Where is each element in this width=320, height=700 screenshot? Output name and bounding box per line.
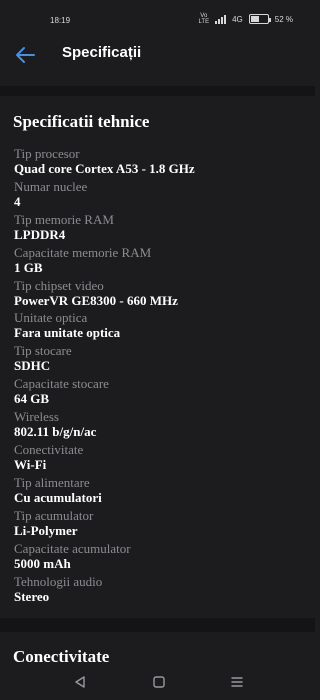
volte-bottom: LTE — [198, 19, 210, 25]
system-nav-bar — [0, 666, 315, 700]
spec-value: SDHC — [14, 358, 51, 374]
spec-value: LPDDR4 — [14, 226, 66, 242]
spec-label: Unitate optica — [14, 310, 88, 326]
spec-value: 1 GB — [14, 259, 43, 275]
screen: 18:19 Vo LTE 4G 52 % Specificații Specif… — [0, 0, 315, 700]
spec-item-processor: Tip procesor Quad core Cortex A53 - 1.8 … — [14, 146, 304, 179]
spec-list: Tip procesor Quad core Cortex A53 - 1.8 … — [14, 146, 304, 606]
spec-value: Quad core Cortex A53 - 1.8 GHz — [14, 161, 195, 176]
spec-value: Li-Polymer — [14, 522, 78, 538]
spec-item-battery-type: Tip acumulator Li-Polymer — [14, 508, 304, 541]
section-title: Specificatii tehnice — [13, 112, 150, 131]
network-type: 4G — [232, 14, 243, 24]
spec-value: 64 GB — [14, 391, 50, 407]
page-title: Specificații — [62, 44, 142, 61]
spec-item-storage-type: Tip stocare SDHC — [14, 343, 304, 376]
square-home-icon[interactable] — [151, 674, 167, 690]
status-time: 18:19 — [50, 16, 71, 25]
spec-value: PowerVR GE8300 - 660 MHz — [14, 292, 178, 308]
spec-label: Conectivitate — [14, 442, 84, 458]
back-button[interactable] — [14, 45, 36, 65]
spec-item-cores: Numar nuclee 4 — [14, 179, 304, 212]
spec-label: Tip procesor — [14, 146, 80, 161]
spec-label: Tip chipset video — [14, 277, 104, 293]
status-bar: 18:19 Vo LTE 4G 52 % — [0, 0, 315, 40]
signal-icon — [215, 14, 227, 24]
arrow-left-icon — [16, 47, 35, 63]
app-bar: Specificații — [0, 40, 315, 90]
spec-value: Wi-Fi — [14, 457, 47, 473]
volte-icon: Vo LTE — [199, 13, 210, 25]
spec-label: Tip acumulator — [14, 507, 94, 523]
spec-label: Capacitate memorie RAM — [14, 244, 152, 260]
spec-item-gpu: Tip chipset video PowerVR GE8300 - 660 M… — [14, 278, 304, 311]
spec-label: Tehnologii audio — [14, 573, 103, 589]
battery-percent: 52 % — [274, 14, 293, 24]
status-icons: Vo LTE 4G 52 % — [199, 13, 293, 25]
spec-item-storage-capacity: Capacitate stocare 64 GB — [14, 376, 304, 409]
spec-item-connectivity: Conectivitate Wi-Fi — [14, 442, 304, 475]
spec-item-ram-type: Tip memorie RAM LPDDR4 — [14, 212, 304, 245]
spec-value: Stereo — [14, 588, 50, 604]
spec-label: Wireless — [14, 409, 59, 425]
section-divider — [0, 86, 315, 96]
spec-label: Numar nuclee — [14, 178, 88, 194]
spec-item-battery-capacity: Capacitate acumulator 5000 mAh — [14, 541, 304, 574]
spec-value: Fara unitate optica — [14, 325, 121, 341]
spec-label: Capacitate stocare — [14, 376, 109, 392]
battery-fill — [250, 16, 260, 22]
section-divider — [0, 618, 315, 632]
spec-item-ram-capacity: Capacitate memorie RAM 1 GB — [14, 245, 304, 278]
spec-item-optical: Unitate optica Fara unitate optica — [14, 310, 304, 343]
spec-label: Tip memorie RAM — [14, 211, 114, 227]
triangle-back-icon[interactable] — [72, 674, 88, 690]
spec-item-audio: Tehnologii audio Stereo — [14, 574, 304, 607]
spec-value: 5000 mAh — [14, 555, 71, 571]
spec-label: Capacitate acumulator — [14, 540, 131, 556]
spec-value: 802.11 b/g/n/ac — [14, 424, 97, 440]
menu-lines-icon[interactable] — [229, 674, 245, 690]
spec-label: Tip stocare — [14, 343, 72, 359]
spec-item-wireless: Wireless 802.11 b/g/n/ac — [14, 409, 304, 442]
spec-item-power: Tip alimentare Cu acumulatori — [14, 475, 304, 508]
battery-icon — [248, 14, 271, 24]
spec-value: 4 — [14, 193, 21, 209]
spec-label: Tip alimentare — [14, 474, 90, 490]
section-title-connectivity: Conectivitate — [13, 647, 110, 666]
spec-value: Cu acumulatori — [14, 489, 102, 505]
